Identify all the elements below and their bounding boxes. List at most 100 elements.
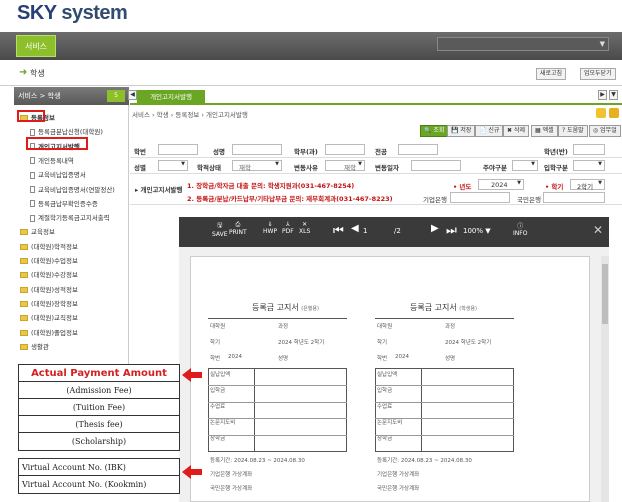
tab-bill-issue[interactable]: 개인고지서발행	[137, 90, 205, 105]
slip-row-line	[208, 435, 347, 437]
student-no-input[interactable]	[158, 144, 198, 155]
sidebar-item-label: 등록금납부확인증수증	[38, 199, 98, 208]
viewer-save-button[interactable]: 🖫 SAVE	[212, 221, 228, 238]
last-page-icon[interactable]: ⏭	[446, 223, 457, 238]
sidebar-item-label: (대학원)수강정보	[31, 271, 78, 280]
tab-scroll-right-button[interactable]: ▶	[598, 90, 607, 100]
sidebar-toggle-button[interactable]: 5	[107, 90, 125, 102]
slip-amount-table	[208, 368, 347, 452]
folder-icon	[20, 343, 28, 350]
tab-scroll-left-button[interactable]: ◀	[128, 90, 137, 100]
prev-page-icon[interactable]: ◀	[351, 223, 359, 234]
folder-icon	[20, 329, 28, 336]
folder-icon	[20, 243, 28, 250]
refresh-button[interactable]: 새로고침	[536, 68, 567, 80]
viewer-pdf-button[interactable]: ⅄ PDF	[282, 221, 294, 235]
tab-menu-button[interactable]: ▼	[609, 90, 618, 100]
status-select[interactable]: 재학 ▼	[232, 160, 282, 172]
viewer-toolbar: 🖫 SAVE ⎙ PRINT ⇓ HWP ⅄ PDF ✕ XLS ⏮ ◀ 1 /2 ▶ ⏭…	[179, 217, 609, 247]
label-semester: • 학기	[545, 183, 564, 191]
favorite-star-icon[interactable]	[596, 108, 606, 118]
sidebar-item-label: 등록금분납신청(대학원)	[38, 128, 103, 137]
sidebar-item[interactable]: 교육비납입증명서(연말정산)	[30, 184, 115, 194]
sidebar-item-label: (대학원)수업정보	[31, 257, 78, 265]
folder-icon	[20, 272, 28, 279]
sidebar-item[interactable]: (대학원)교직정보	[20, 312, 78, 322]
next-page-icon[interactable]: ▶	[431, 223, 439, 234]
first-page-icon[interactable]: ⏮	[333, 223, 344, 238]
major-input[interactable]	[398, 144, 438, 155]
viewer-hwp-button[interactable]: ⇓ HWP	[263, 221, 277, 235]
grade-input[interactable]	[573, 144, 605, 155]
label-dept: 학부(과)	[294, 148, 318, 156]
legend-account-ibk: Virtual Account No. (IBK)	[19, 459, 179, 476]
menu-service-button[interactable]: 서비스	[16, 35, 56, 57]
label-name: 성명	[213, 148, 225, 156]
day-night-select[interactable]: ▼	[512, 160, 538, 171]
label-gender: 성별	[134, 164, 146, 172]
name-input[interactable]	[232, 144, 282, 155]
label-change-reason: 변동사유	[294, 164, 318, 172]
legend-account-kookmin: Virtual Account No. (Kookmin)	[22, 480, 147, 489]
sidebar-item[interactable]: (대학원)졸업정보	[20, 327, 78, 337]
zoom-select[interactable]: 100% ▼	[463, 227, 491, 235]
bookmark-icon[interactable]	[609, 108, 619, 118]
label-status: 학적상태	[197, 164, 221, 172]
label-day-night: 주야구분	[483, 164, 507, 172]
sidebar-item[interactable]: 교육정보	[20, 226, 55, 236]
sidebar-item-label: (대학원)학적정보	[31, 242, 78, 251]
slip-left-topline	[208, 318, 347, 319]
slip-right-title: 등록금 고지서 (학생용)	[410, 303, 477, 312]
semester-select[interactable]: 2학기 ▼	[570, 179, 605, 191]
crumb-bar	[0, 60, 622, 86]
corp-bank-input[interactable]	[450, 192, 510, 203]
close-icon[interactable]: ✕	[593, 223, 603, 237]
slip-left-title: 등록금 고지서 (은행용)	[252, 303, 319, 312]
viewer-xls-button[interactable]: ✕ XLS	[299, 221, 310, 235]
help-button[interactable]: ? 도움말	[558, 125, 588, 137]
search-button[interactable]: 🔍 조회	[420, 125, 449, 137]
label-kookmin-bank: 국민은행	[517, 196, 541, 204]
sidebar-item[interactable]: (대학원)성적정보	[20, 284, 78, 294]
document-icon	[30, 171, 35, 179]
sidebar-item[interactable]: (대학원)장학정보	[20, 298, 78, 308]
slip-row-line	[375, 435, 514, 437]
folder-icon	[20, 286, 28, 293]
slip-course: 과정	[445, 324, 456, 330]
sidebar-item[interactable]: (대학원)학적정보	[20, 241, 78, 251]
excel-button[interactable]: ▦ 엑셀	[531, 125, 558, 137]
sidebar-item[interactable]: (대학원)수강정보	[20, 269, 78, 279]
new-button[interactable]: 📄 신규	[475, 125, 504, 137]
sidebar-item[interactable]: (대학원)수업정보	[20, 255, 78, 265]
dept-input[interactable]	[325, 144, 365, 155]
open-all-button[interactable]: 업모두닫기	[580, 68, 616, 80]
change-reason-select[interactable]: 재학 ▼	[325, 160, 365, 172]
gender-select[interactable]: ▼	[158, 160, 188, 171]
menu-select-dropdown[interactable]: ▼	[437, 37, 609, 51]
year-select[interactable]: 2024 ▼	[478, 179, 524, 190]
document-icon	[30, 128, 35, 136]
slip-row-line	[208, 384, 347, 386]
sidebar-item[interactable]: 계절학기등록금고지서출력	[30, 212, 110, 222]
delete-button[interactable]: ✖ 삭제	[503, 125, 529, 137]
viewer-info-button[interactable]: ⓘ INFO	[513, 221, 527, 237]
change-date-input[interactable]	[411, 160, 461, 171]
save-button[interactable]: 💾 저장	[447, 125, 476, 137]
viewer-print-button[interactable]: ⎙ PRINT	[229, 221, 247, 236]
sidebar-item[interactable]: 등록금분납신청(대학원)	[30, 126, 103, 136]
page-current[interactable]: 1	[363, 227, 367, 235]
sidebar-item[interactable]: 생활관	[20, 341, 49, 351]
slip-row-line	[208, 401, 347, 403]
red-arrow-account-icon	[182, 465, 202, 479]
sidebar-item[interactable]: 교육비납입증명서	[30, 169, 86, 179]
kookmin-bank-input[interactable]	[543, 192, 605, 203]
sidebar-item-label: (대학원)성적정보	[31, 285, 78, 294]
folder-icon	[20, 258, 28, 264]
sidebar-item[interactable]: 등록금납부확인증수증	[30, 198, 98, 208]
admission-select[interactable]: ▼	[573, 160, 605, 171]
viewer-scrollbar[interactable]	[601, 256, 609, 502]
manual-button[interactable]: ◎ 업무얼	[589, 125, 621, 137]
slip-row-label: 학기	[377, 340, 388, 346]
legend-tuition-fee: (Tuition Fee)	[19, 399, 179, 416]
sidebar-item[interactable]: 개인등록내역	[30, 155, 74, 165]
